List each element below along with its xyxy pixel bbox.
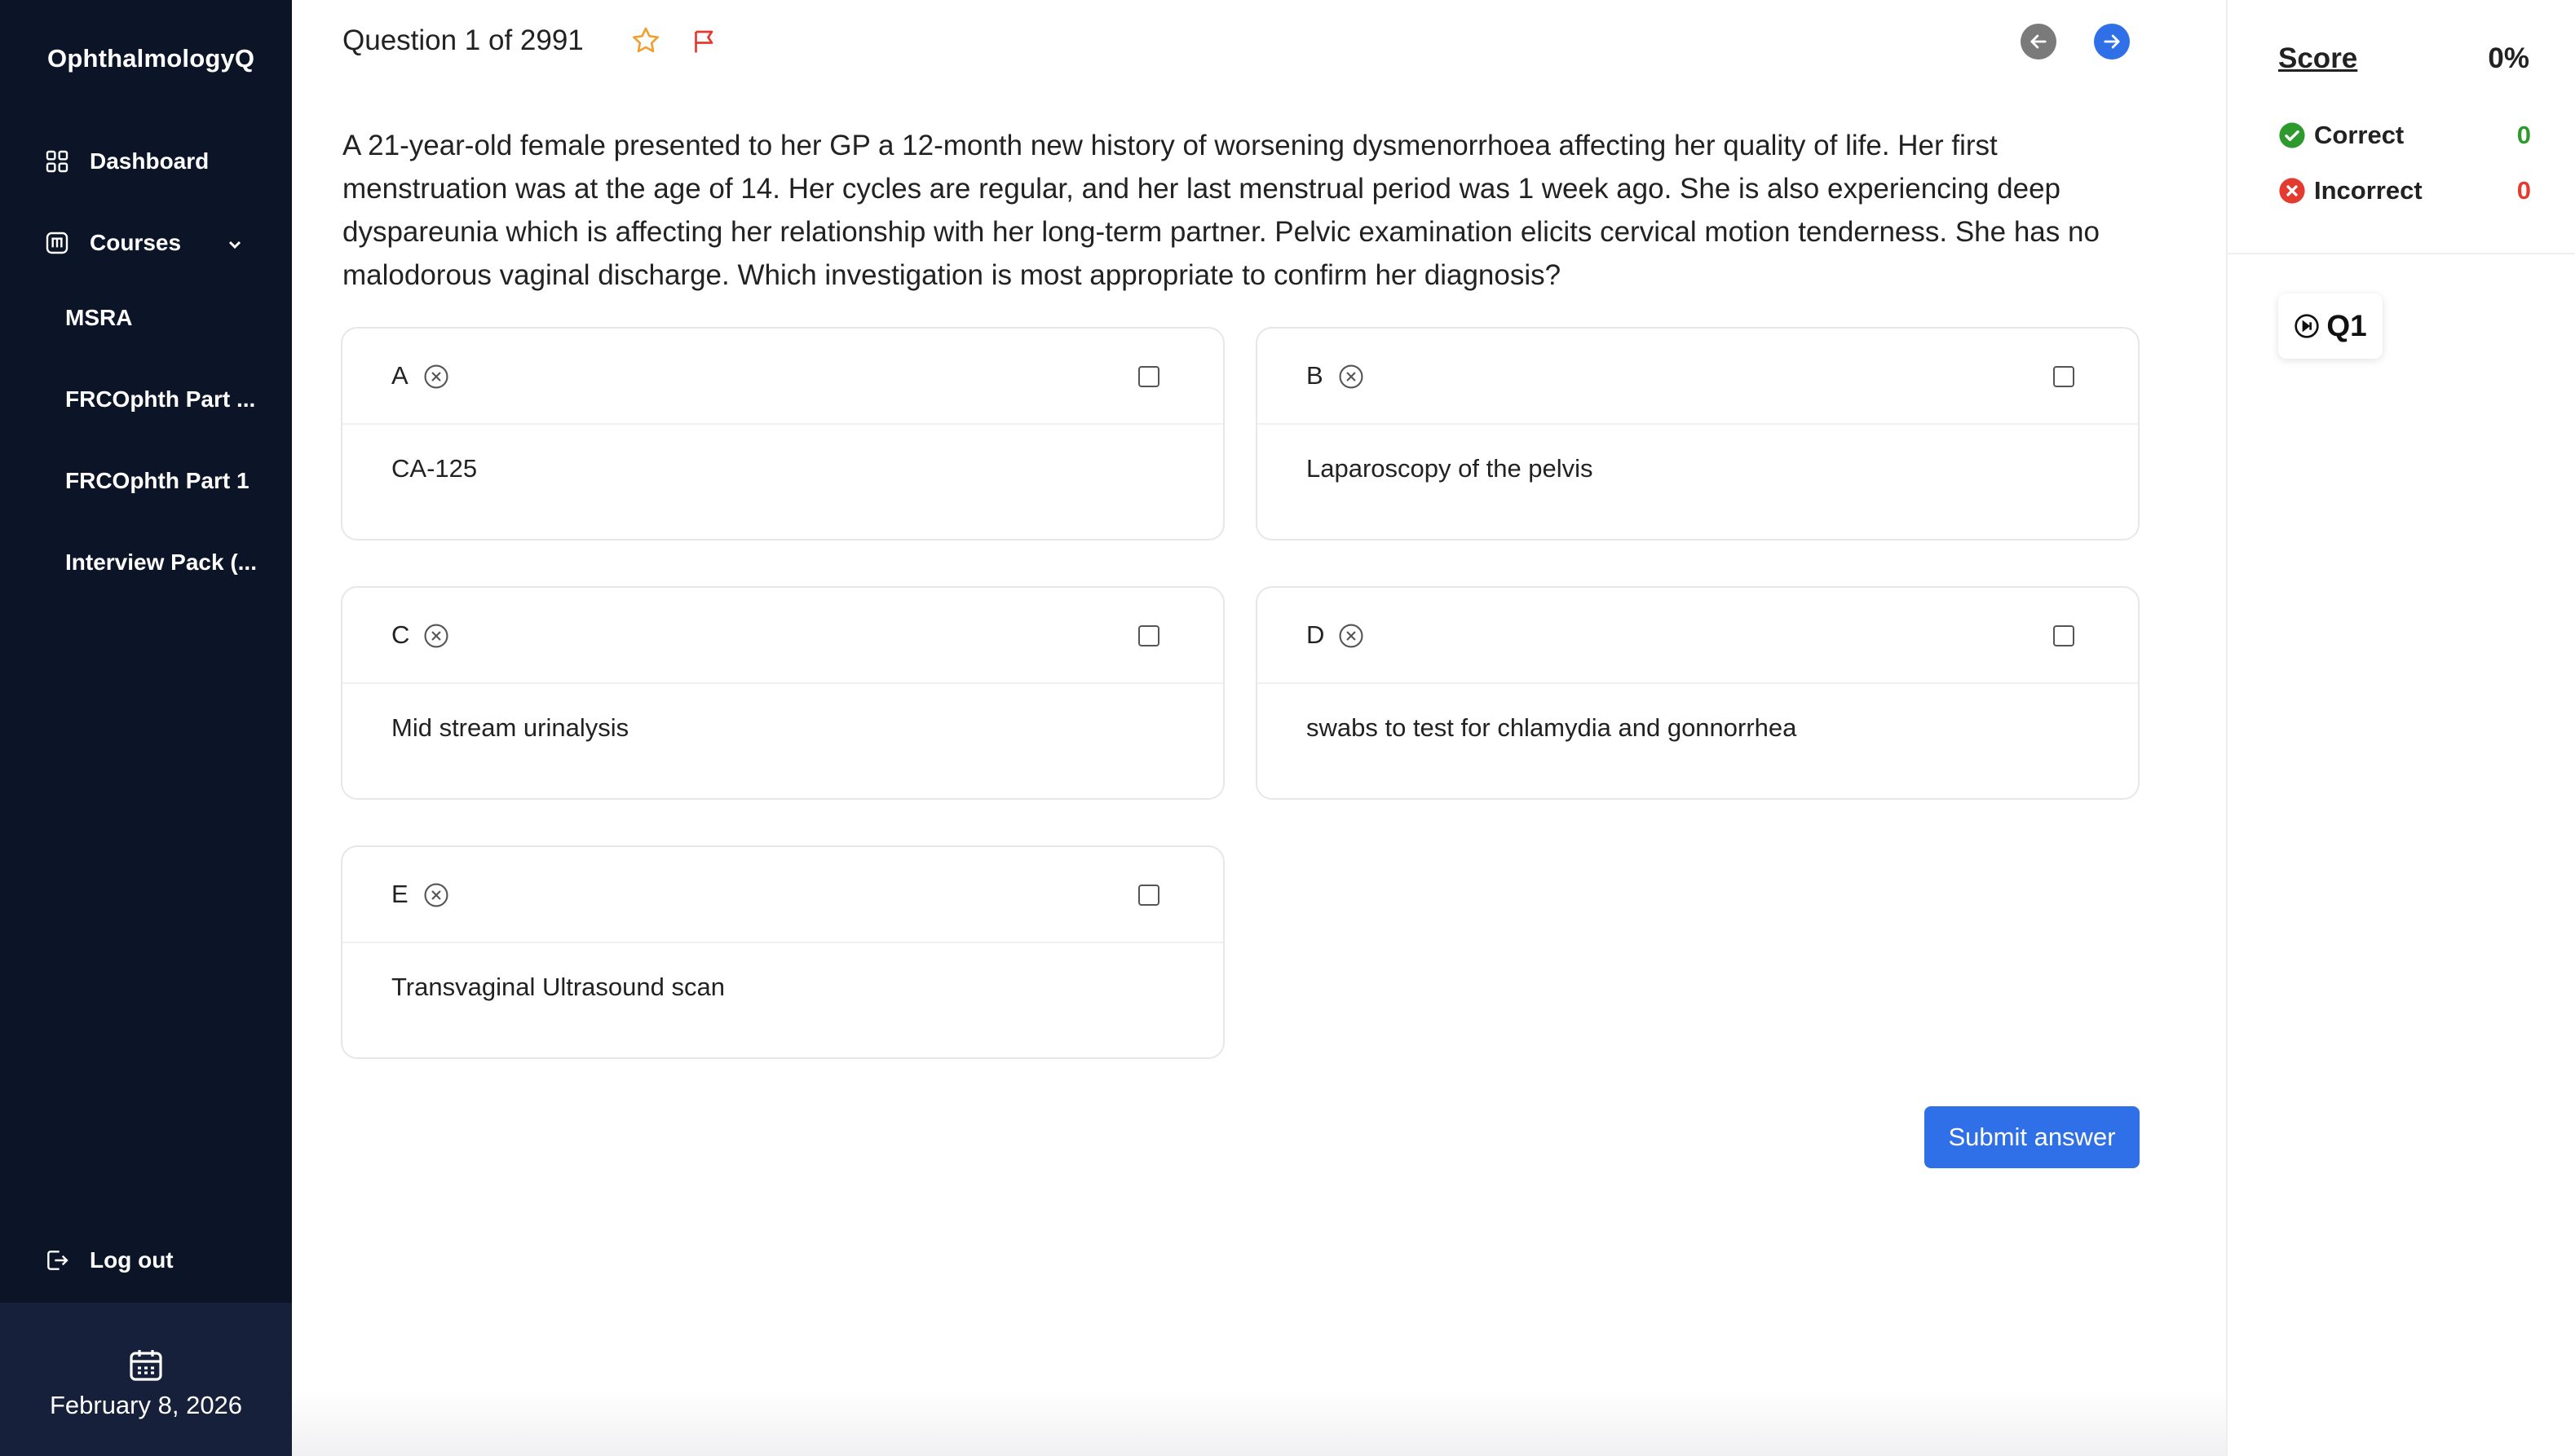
arrow-right-icon <box>2104 34 2120 49</box>
sidebar-course-frcophth-part-1[interactable]: FRCOphth Part 1 <box>65 468 250 494</box>
previous-question-button[interactable] <box>2021 24 2056 60</box>
option-checkbox[interactable] <box>1138 885 1159 906</box>
option-checkbox[interactable] <box>2053 366 2074 387</box>
courses-icon <box>46 232 68 254</box>
eliminate-option-icon[interactable] <box>422 622 450 650</box>
option-letter: E <box>391 880 409 908</box>
option-text: Laparoscopy of the pelvis <box>1306 454 1593 483</box>
sidebar-item-label: Courses <box>90 230 182 255</box>
correct-stat: Correct 0 <box>2278 121 2531 150</box>
current-date: February 8, 2026 <box>49 1391 243 1419</box>
eliminate-option-icon[interactable] <box>1337 622 1365 650</box>
option-letter: D <box>1306 620 1325 649</box>
score-panel: Score 0% Correct 0 Incorrect 0 Q1 <box>2226 0 2575 1456</box>
option-text: swabs to test for chlamydia and gonnorrh… <box>1306 713 1797 742</box>
option-header: D <box>1257 588 2138 684</box>
incorrect-stat: Incorrect 0 <box>2278 176 2531 205</box>
dashboard-icon <box>46 150 68 173</box>
option-header: B <box>1257 329 2138 425</box>
sidebar-item-label: Dashboard <box>90 148 210 174</box>
sidebar-course-msra[interactable]: MSRA <box>65 305 132 331</box>
question-stem: A 21-year-old female presented to her GP… <box>342 130 2100 291</box>
sidebar-item-courses[interactable]: Courses <box>44 230 264 256</box>
option-header: C <box>342 588 1223 684</box>
option-header: A <box>342 329 1223 425</box>
divider <box>2228 253 2575 254</box>
option-text: Mid stream urinalysis <box>391 713 629 742</box>
next-question-button[interactable] <box>2094 24 2130 60</box>
option-text: CA-125 <box>391 454 478 483</box>
calendar-icon <box>130 1350 162 1381</box>
answer-option-a[interactable]: A CA-125 <box>341 327 1225 540</box>
option-checkbox[interactable] <box>1138 625 1159 646</box>
logout-label: Log out <box>90 1247 174 1273</box>
option-letter: C <box>391 620 410 649</box>
flag-icon[interactable] <box>690 26 719 57</box>
score-value: 0% <box>2488 42 2529 74</box>
question-counter: Question 1 of 2991 <box>342 24 584 56</box>
star-icon[interactable] <box>629 24 662 57</box>
option-header: E <box>342 847 1223 943</box>
chevron-down-icon[interactable] <box>225 235 245 254</box>
answer-option-e[interactable]: E Transvaginal Ultrasound scan <box>341 845 1225 1059</box>
sidebar-course-interview-pack[interactable]: Interview Pack (... <box>65 549 257 576</box>
brand-logo-text[interactable]: OphthalmologyQ <box>47 44 254 73</box>
incorrect-count: 0 <box>2516 176 2531 205</box>
correct-count: 0 <box>2516 121 2531 149</box>
correct-label: Correct <box>2314 121 2405 149</box>
sidebar: OphthalmologyQ Dashboard Courses MSRA FR… <box>0 0 292 1456</box>
eliminate-option-icon[interactable] <box>422 881 450 909</box>
skip-icon <box>2295 314 2319 338</box>
option-checkbox[interactable] <box>2053 625 2074 646</box>
check-circle-icon <box>2279 122 2305 148</box>
eliminate-option-icon[interactable] <box>422 363 450 390</box>
x-circle-icon <box>2279 178 2305 204</box>
sidebar-course-frcophth-part[interactable]: FRCOphth Part ... <box>65 386 255 413</box>
question-chip-label: Q1 <box>2326 309 2367 342</box>
submit-answer-button[interactable]: Submit answer <box>1924 1106 2140 1168</box>
score-label: Score <box>2278 42 2358 74</box>
option-letter: A <box>391 361 409 390</box>
option-checkbox[interactable] <box>1138 366 1159 387</box>
option-letter: B <box>1306 361 1323 390</box>
answer-option-d[interactable]: D swabs to test for chlamydia and gonnor… <box>1256 586 2140 800</box>
logout-icon <box>47 1251 68 1270</box>
eliminate-option-icon[interactable] <box>1337 363 1365 390</box>
incorrect-label: Incorrect <box>2314 176 2423 205</box>
answer-option-b[interactable]: B Laparoscopy of the pelvis <box>1256 327 2140 540</box>
date-panel <box>0 1303 292 1456</box>
option-text: Transvaginal Ultrasound scan <box>391 973 725 1001</box>
sidebar-item-dashboard[interactable]: Dashboard <box>44 148 209 174</box>
arrow-left-icon <box>2030 34 2047 49</box>
question-chip-q1[interactable]: Q1 <box>2278 293 2383 359</box>
answer-option-c[interactable]: C Mid stream urinalysis <box>341 586 1225 800</box>
logout-button[interactable]: Log out <box>44 1247 174 1273</box>
